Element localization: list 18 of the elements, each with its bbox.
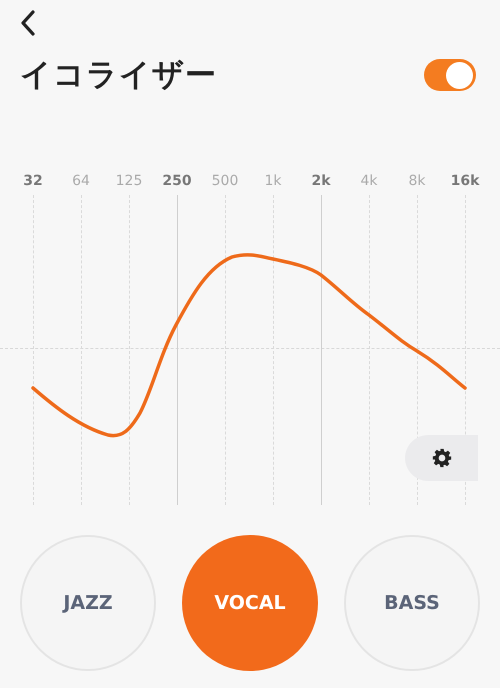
settings-icon	[432, 448, 452, 468]
frequency-label: 1k	[263, 172, 282, 190]
frequency-label: 64	[71, 172, 91, 190]
frequency-label: 250	[161, 172, 193, 190]
back-icon[interactable]	[20, 10, 36, 36]
preset-button[interactable]: BASS	[344, 535, 480, 671]
equalizer-toggle[interactable]	[424, 59, 476, 91]
frequency-label: 4k	[359, 172, 378, 190]
frequency-label: 16k	[450, 172, 480, 190]
preset-button[interactable]: VOCAL	[182, 535, 318, 671]
settings-button[interactable]	[405, 435, 478, 481]
frequency-label: 2k	[310, 172, 332, 190]
frequency-label: 8k	[407, 172, 426, 190]
preset-button[interactable]: JAZZ	[20, 535, 156, 671]
screen-title: イコライザー	[20, 56, 217, 95]
frequency-label: 500	[210, 172, 240, 190]
frequency-label: 125	[114, 172, 144, 190]
frequency-label: 32	[22, 172, 44, 190]
